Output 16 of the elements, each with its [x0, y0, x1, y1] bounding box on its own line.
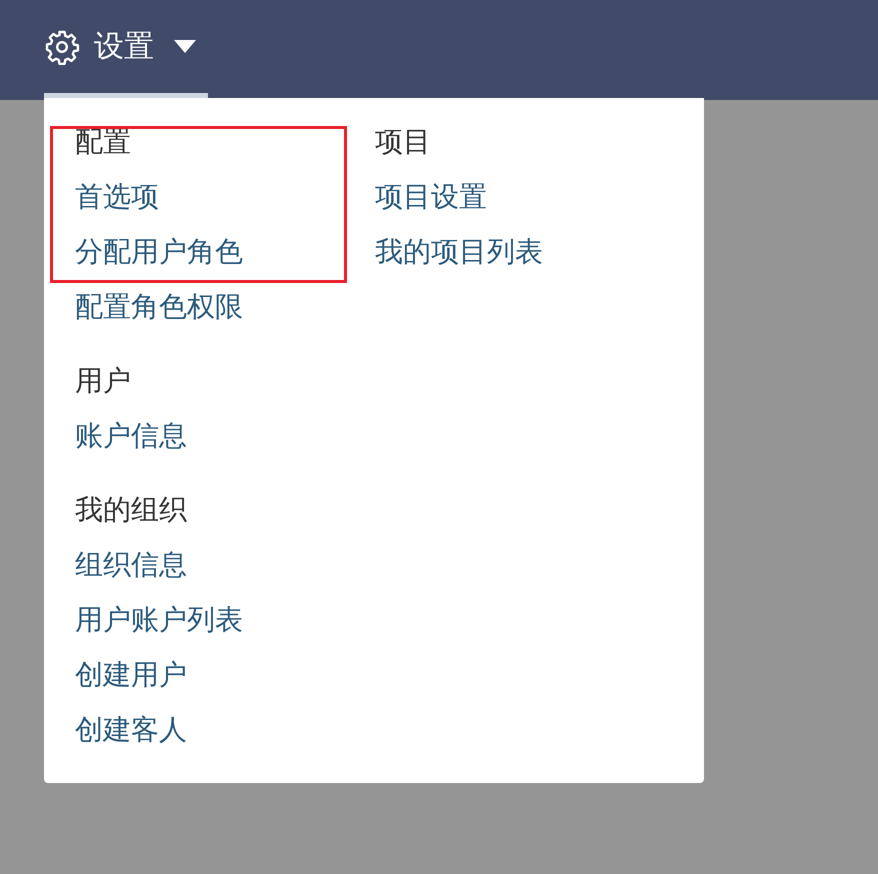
- menu-link[interactable]: 我的项目列表: [375, 224, 543, 279]
- menu-link[interactable]: 分配用户角色: [75, 224, 243, 279]
- menu-heading: 用户: [75, 363, 132, 399]
- menu-link[interactable]: 创建用户: [75, 647, 187, 702]
- menu-link[interactable]: 创建客人: [75, 702, 187, 757]
- menu-heading: 我的组织: [75, 492, 188, 528]
- caret-icon: [174, 40, 196, 53]
- menu-link[interactable]: 配置角色权限: [75, 279, 243, 334]
- menu-link[interactable]: 账户信息: [75, 408, 187, 463]
- menu-heading: 配置: [75, 124, 132, 160]
- menu-heading: 项目: [375, 124, 432, 160]
- menu-link[interactable]: 首选项: [75, 169, 159, 224]
- settings-icon: [44, 28, 80, 64]
- menu-link[interactable]: 项目设置: [375, 169, 487, 224]
- menu-link[interactable]: 用户账户列表: [75, 592, 243, 647]
- menu-link[interactable]: 组织信息: [75, 537, 187, 592]
